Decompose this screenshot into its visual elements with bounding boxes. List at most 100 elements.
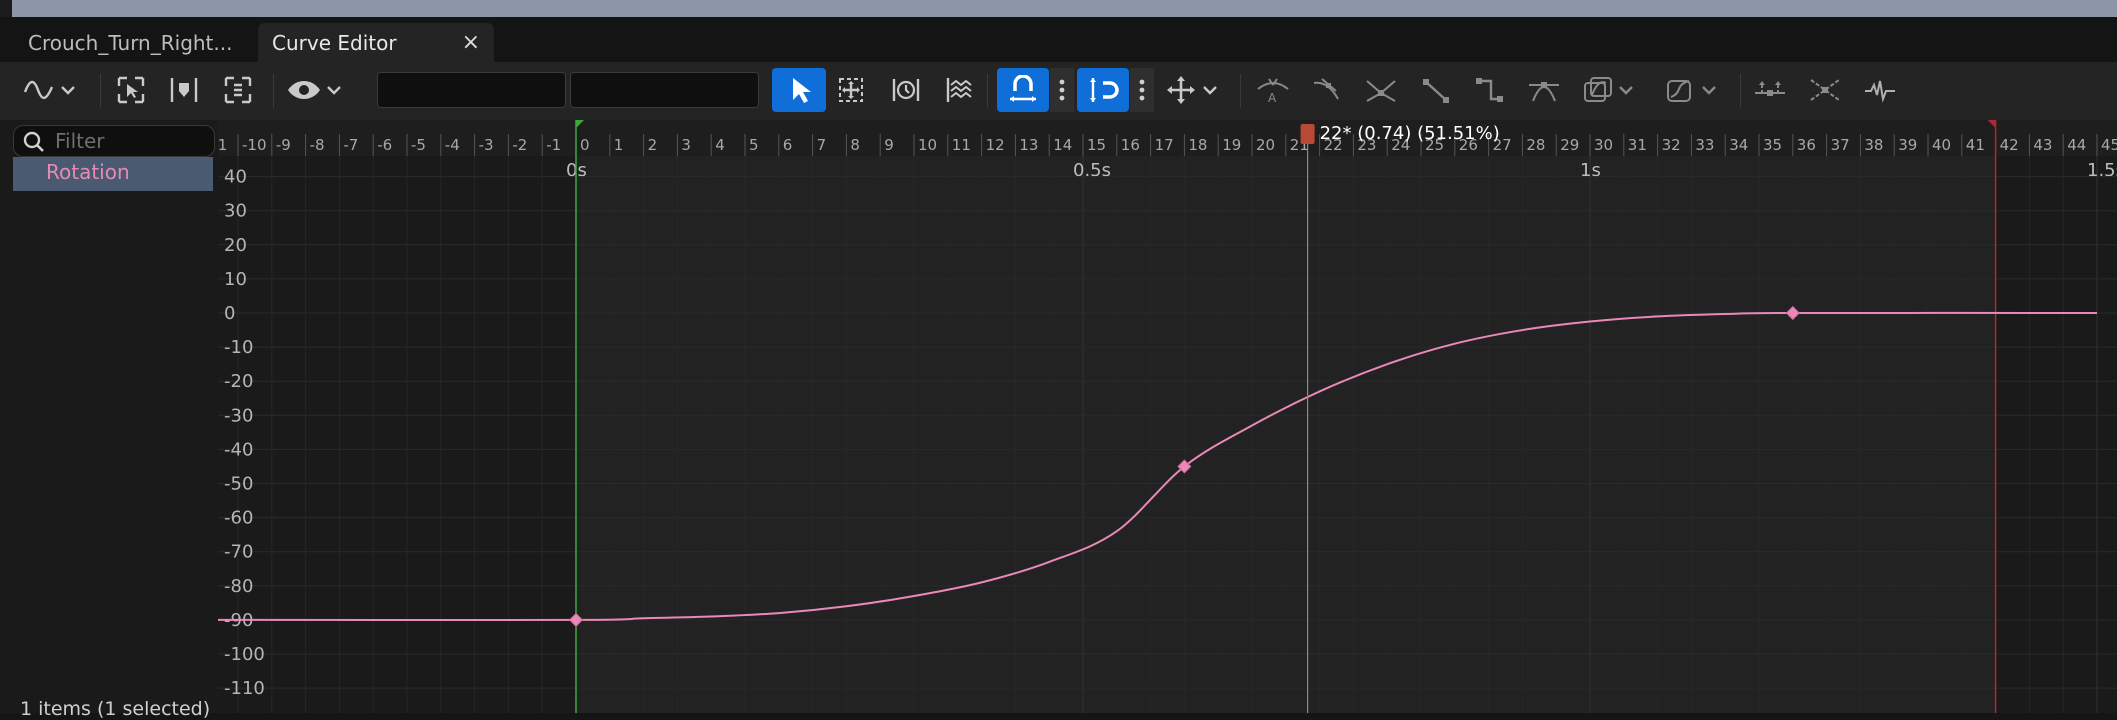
time-label: 0.5s [1073,160,1111,181]
straighten-icon [1810,79,1840,101]
straighten-tangents-button[interactable] [1807,68,1843,112]
filter-box[interactable]: Filter [13,125,215,157]
tangent-constant-button[interactable] [1472,68,1508,112]
frame-label: -7 [343,136,358,154]
curve-view-icon [23,80,75,100]
tangent-break-button[interactable] [1363,68,1399,112]
flatten-tangents-button[interactable] [1752,68,1788,112]
curve-graph[interactable]: 11-10-9-8-7-6-5-4-3-2-101234567891011121… [218,120,2117,713]
retime-tool-icon [892,79,920,101]
frame-label: -8 [310,136,325,154]
frame-selection-button[interactable] [114,68,148,112]
frame-label: -10 [242,136,267,154]
retime-tool-button[interactable] [889,68,923,112]
value-label: 30 [224,201,247,222]
axis-snapping-button[interactable] [1164,68,1222,112]
frame-horizontal-button[interactable] [167,68,201,112]
toolbar-separator [100,74,101,108]
tab-crouch-turn-right[interactable]: Crouch_Turn_Right... [14,23,232,62]
time-label: 1.5s [2087,160,2117,181]
post-infinity-button[interactable] [1663,68,1721,112]
value-label: -20 [224,371,253,392]
frame-label: 45 [2101,136,2117,154]
track-rotation[interactable]: Rotation [13,157,213,191]
curve-view-button[interactable] [20,68,80,112]
toolbar-separator [1240,74,1241,108]
value-label: -60 [224,508,253,529]
curve-filter-button[interactable] [1862,68,1898,112]
frame-label: 0 [580,136,590,154]
tab-label: Curve Editor [272,30,397,55]
curve-tree-panel: Filter Rotation 1 items (1 selected) [0,120,218,720]
track-label: Rotation [46,160,130,184]
search-icon [23,131,44,152]
frame-label: 17 [1155,136,1174,154]
snap-time-button[interactable] [997,68,1049,112]
frame-label: 12 [986,136,1005,154]
tangent-auto-button[interactable]: A [1255,68,1291,112]
svg-text:A: A [1268,91,1277,105]
transform-tool-icon [839,78,863,102]
playhead-label: 22* (0.74) (51.51%) [1320,123,1500,144]
kebab-icon [1139,79,1145,101]
tangent-weighted-icon [1529,82,1559,102]
frame-label: 14 [1053,136,1072,154]
frame-label: 18 [1188,136,1207,154]
toolbar: A [0,62,2117,120]
frame-label: 11 [952,136,971,154]
window-strip [0,0,2117,17]
frame-label: 3 [681,136,691,154]
snap-value-button[interactable] [1077,68,1129,112]
value-label: -30 [224,405,253,426]
close-icon[interactable]: × [462,30,480,55]
select-tool-icon [793,78,811,103]
value-label: 20 [224,235,247,256]
key-time-input[interactable] [377,72,566,108]
key-value-input[interactable] [570,72,759,108]
snap-value-icon [1090,78,1119,102]
view-options-button[interactable] [284,68,344,112]
frame-label: -4 [445,136,460,154]
frame-label: -5 [411,136,426,154]
time-label: 1s [1580,160,1601,181]
snap-time-options[interactable] [1050,68,1074,112]
frame-label: 13 [1019,136,1038,154]
filter-icon [1865,80,1895,103]
tangent-user-button[interactable] [1311,68,1347,112]
value-label: -80 [224,576,253,597]
snap-value-options[interactable] [1130,68,1154,112]
frame-label: -2 [512,136,527,154]
frame-label: 39 [1898,136,1917,154]
toolbar-separator [1740,74,1741,108]
frame-label: 20 [1256,136,1275,154]
tangent-constant-icon [1476,78,1503,102]
multi-scale-button[interactable] [943,68,977,112]
frame-label: 10 [918,136,937,154]
frame-label: 16 [1121,136,1140,154]
frame-label: 28 [1526,136,1545,154]
playhead-handle[interactable] [1300,124,1315,144]
value-label: -110 [224,678,265,699]
frame-label: 30 [1594,136,1613,154]
frame-label: 38 [1864,136,1883,154]
tab-curve-editor[interactable]: Curve Editor × [258,23,494,62]
tangent-linear-button[interactable] [1418,68,1454,112]
frame-label: 41 [1966,136,1985,154]
value-label: -10 [224,337,253,358]
frame-vertical-button[interactable] [221,68,255,112]
transform-tool-button[interactable] [834,68,868,112]
multi-scale-icon [946,78,972,102]
frame-label: 15 [1087,136,1106,154]
frame-label: 36 [1797,136,1816,154]
tab-label: Crouch_Turn_Right... [28,30,233,55]
frame-horizontal-icon [170,78,198,102]
frame-label: -9 [276,136,291,154]
toolbar-separator [273,74,274,108]
select-tool-button[interactable] [772,68,826,112]
value-label: -70 [224,542,253,563]
flatten-icon [1755,81,1785,96]
pre-infinity-button[interactable] [1580,68,1638,112]
eye-icon [288,81,341,99]
frame-label: 43 [2033,136,2052,154]
tangent-weighted-button[interactable] [1526,68,1562,112]
